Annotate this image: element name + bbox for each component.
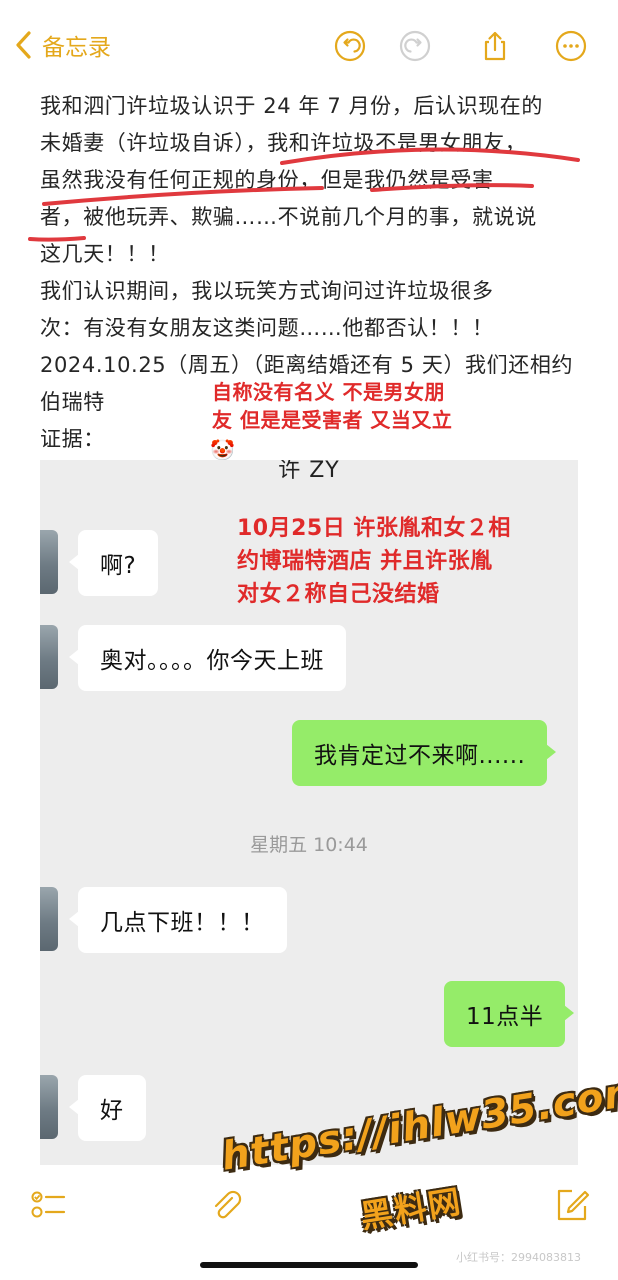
annotation-line: 自称没有名义 不是男女朋 [212,380,445,404]
chat-timestamp: 星期五 10:44 [250,834,368,856]
attachment-icon [214,1190,242,1219]
undo-icon [334,30,366,62]
chat-bubble-incoming: 奥对。。。。你今天上班 [69,625,346,691]
more-icon [555,30,587,62]
chevron-left-icon [16,31,31,59]
note-line: 我们认识期间，我以玩笑方式询问过许垃圾很多 [40,279,494,303]
share-button[interactable] [477,26,513,66]
contact-avatar[interactable] [40,530,58,594]
chat-bubble-outgoing: 11点半 [444,981,575,1047]
share-icon [484,31,506,61]
chat-screenshot: 许 ZY 10月25日 许张胤和女２相 约博瑞特酒店 并且许张胤 对女２称自己没… [40,460,578,1165]
contact-avatar[interactable] [40,1075,58,1139]
annotation-line: 约博瑞特酒店 并且许张胤 [237,549,493,574]
note-line: 虽然我没有任何正规的身份，但是我仍然是受害 [40,168,494,192]
chat-bubble-incoming: 好 [69,1075,146,1141]
redo-button[interactable] [397,26,433,66]
red-annotation-chat: 10月25日 许张胤和女２相 约博瑞特酒店 并且许张胤 对女２称自己没结婚 [237,512,511,611]
home-indicator [200,1262,418,1268]
red-annotation-note: 自称没有名义 不是男女朋 友 但是是受害者 又当又立 [212,378,452,434]
checklist-button[interactable] [28,1185,68,1225]
note-line: 未婚妻（许垃圾自诉），我和许垃圾不是男女朋友， [40,131,527,155]
notes-toolbar: 备忘录 [0,0,618,92]
compose-button[interactable] [552,1185,592,1225]
note-line: 我和泗门许垃圾认识于 24 年 7 月份，后认识现在的 [40,94,543,118]
chat-bubble-incoming: 啊? [68,530,159,596]
source-watermark: 小红书号：2994083813 [456,1251,581,1264]
chat-bubble-outgoing: 我肯定过不来啊...... [292,720,557,786]
checklist-icon [31,1191,66,1218]
contact-avatar[interactable] [40,887,58,951]
more-button[interactable] [553,26,589,66]
note-line: 这几天！！！ [40,242,170,266]
attachment-button[interactable] [205,1185,245,1225]
note-line: 次：有没有女朋友这类问题……他都否认！！！ [40,316,494,340]
back-button[interactable]: 备忘录 [14,28,111,62]
clown-emoji: 🤡 [210,438,235,462]
faded-note-title [190,52,410,76]
notes-screenshot: 备忘录 我和泗门许垃圾认识于 24 年 7 月份，后认识现在的 未婚妻（许垃圾自… [0,0,618,1280]
back-label: 备忘录 [42,35,111,61]
note-line: 者，被他玩弄、欺骗……不说前几个月的事，就说说 [40,205,537,229]
chat-title: 许 ZY [278,460,340,483]
contact-avatar[interactable] [40,625,58,689]
annotation-line: 10月25日 许张胤和女２相 [237,516,511,541]
annotation-line: 对女２称自己没结婚 [237,582,440,607]
undo-button[interactable] [332,26,368,66]
annotation-line: 友 但是是受害者 又当又立 [212,408,453,432]
redo-icon [399,30,431,62]
chat-bubble-incoming: 几点下班！！！ [69,887,287,953]
compose-icon [557,1189,590,1221]
